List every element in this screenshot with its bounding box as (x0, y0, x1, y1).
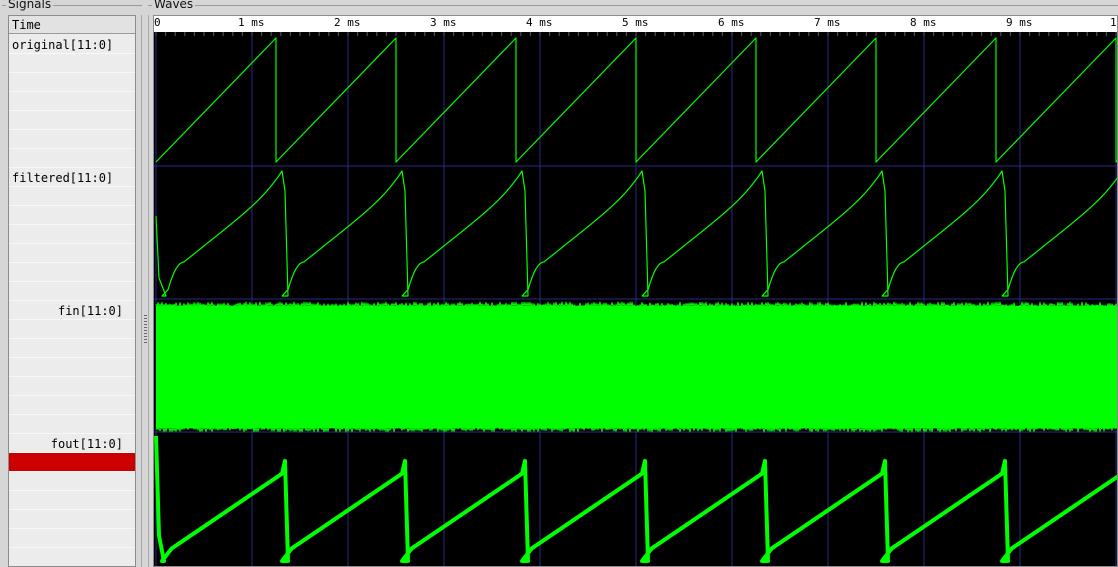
pane-divider[interactable] (141, 15, 149, 567)
signal-row[interactable] (9, 111, 135, 130)
ruler-tick-label: 2 ms (334, 16, 361, 29)
signal-row[interactable] (9, 510, 135, 529)
ruler-tick-label: 9 ms (1006, 16, 1033, 29)
trace-fout (154, 435, 1117, 563)
ruler-tick-label: 6 ms (718, 16, 745, 29)
ruler-tick-label: 3 ms (430, 16, 457, 29)
signal-row[interactable] (9, 339, 135, 358)
waves-panel-label: Waves (152, 0, 196, 11)
trace-filtered-line (155, 170, 1117, 297)
trace-fout-line (154, 435, 1117, 563)
signal-name-fin[interactable]: fin[11:0] (9, 302, 135, 321)
signal-row[interactable] (9, 358, 135, 377)
signals-panel-label: Signals (6, 0, 54, 11)
signal-row[interactable] (9, 73, 135, 92)
signal-name-filtered[interactable]: filtered[11:0] (9, 169, 135, 188)
time-header: Time (9, 16, 135, 34)
selected-signal-highlight[interactable] (9, 453, 135, 471)
ruler-tick-label: 4 ms (526, 16, 553, 29)
signal-row[interactable] (9, 149, 135, 168)
ruler-tick-label: 10 (1110, 16, 1117, 29)
ruler-tick-label: 5 ms (622, 16, 649, 29)
signal-row[interactable] (9, 54, 135, 73)
trace-original (155, 37, 1117, 163)
signal-row[interactable] (9, 244, 135, 263)
signal-row[interactable] (9, 206, 135, 225)
signal-row[interactable] (9, 491, 135, 510)
ruler-tick-label: 0 (154, 16, 161, 29)
waves-frame-line (148, 5, 1118, 6)
waves-view[interactable]: 0 1 ms 2 ms 3 ms 4 ms 5 ms 6 ms 7 ms 8 ms 9 ms 10 (153, 15, 1118, 567)
trace-original-line (155, 37, 1117, 163)
signal-row[interactable] (9, 187, 135, 206)
trace-fin (155, 301, 1117, 433)
waveform-canvas[interactable] (154, 16, 1118, 567)
ruler-tick-label: 7 ms (814, 16, 841, 29)
signal-row[interactable] (9, 263, 135, 282)
signal-row[interactable] (9, 130, 135, 149)
signal-name-original[interactable]: original[11:0] (9, 36, 135, 55)
trace-filtered (155, 170, 1117, 297)
signal-row[interactable] (9, 320, 135, 339)
signal-row[interactable] (9, 472, 135, 491)
divider-grip-icon[interactable] (144, 315, 147, 345)
signal-row[interactable] (9, 377, 135, 396)
signal-row[interactable] (9, 225, 135, 244)
signal-row[interactable] (9, 548, 135, 566)
time-ruler[interactable]: 0 1 ms 2 ms 3 ms 4 ms 5 ms 6 ms 7 ms 8 ms 9 ms 10 (154, 16, 1117, 32)
trace-fin-band (156, 306, 1117, 428)
signal-row[interactable] (9, 415, 135, 434)
signals-list[interactable]: Time original[11:0] filtered[11:0] fin[1… (8, 15, 136, 567)
ruler-tick-label: 8 ms (910, 16, 937, 29)
signal-row[interactable] (9, 396, 135, 415)
signal-row[interactable] (9, 529, 135, 548)
signal-row[interactable] (9, 282, 135, 301)
signal-row[interactable] (9, 92, 135, 111)
signal-name-fout[interactable]: fout[11:0] (9, 435, 135, 454)
ruler-tick-label: 1 ms (238, 16, 265, 29)
